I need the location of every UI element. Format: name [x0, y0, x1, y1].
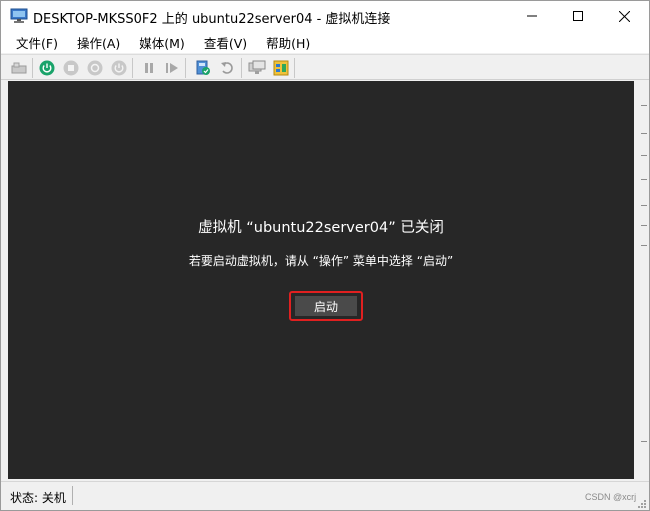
menu-view[interactable]: 查看(V) — [202, 32, 249, 53]
status-bar: 状态: 关机 CSDN @xcrj — [1, 481, 649, 510]
shutdown-icon — [87, 60, 103, 76]
toolbar-separator — [132, 58, 133, 78]
edge-mark — [641, 225, 647, 226]
close-icon — [618, 10, 630, 22]
enhanced-session-icon — [248, 60, 266, 74]
edge-mark — [641, 105, 647, 106]
toolbar-separator — [294, 58, 295, 78]
power-off-button[interactable] — [110, 59, 128, 77]
start-button-highlight: 启动 — [289, 291, 363, 321]
maximize-icon — [573, 11, 583, 21]
share-icon — [273, 60, 289, 76]
share-button[interactable] — [272, 59, 290, 77]
vm-start-hint: 若要启动虚拟机，请从 “操作” 菜单中选择 “启动” — [188, 254, 454, 268]
power-off-icon — [111, 60, 127, 76]
vm-state-text: 状态: 关机 — [10, 491, 66, 505]
vm-status-message: 虚拟机 “ubuntu22server04” 已关闭 — [198, 220, 444, 236]
menu-media[interactable]: 媒体(M) — [137, 32, 187, 53]
minimize-button[interactable] — [509, 1, 555, 31]
start-button[interactable]: 启动 — [295, 296, 357, 316]
toolbar — [1, 54, 649, 80]
vm-display[interactable]: 虚拟机 “ubuntu22server04” 已关闭 若要启动虚拟机，请从 “操… — [8, 81, 634, 479]
turn-off-button[interactable] — [62, 59, 80, 77]
menu-action[interactable]: 操作(A) — [75, 32, 122, 53]
minimize-icon — [527, 15, 537, 17]
edge-mark — [641, 245, 647, 246]
checkpoint-button[interactable] — [194, 59, 212, 77]
monitor-icon — [10, 8, 28, 23]
menu-bar: 文件(F) 操作(A) 媒体(M) 查看(V) 帮助(H) — [1, 31, 649, 53]
ctrl-alt-del-icon — [11, 62, 27, 74]
edge-mark — [641, 179, 647, 180]
pause-icon — [145, 63, 153, 73]
watermark: CSDN @xcrj — [585, 492, 637, 502]
toolbar-separator — [32, 58, 33, 78]
revert-icon — [221, 62, 233, 74]
status-separator — [72, 486, 73, 505]
maximize-button[interactable] — [555, 1, 601, 31]
reset-icon — [166, 63, 178, 73]
ctrl-alt-del-button[interactable] — [10, 59, 28, 77]
reset-button[interactable] — [163, 59, 181, 77]
enhanced-session-button[interactable] — [248, 59, 266, 77]
menu-help[interactable]: 帮助(H) — [264, 32, 312, 53]
window-edge-strip — [635, 81, 649, 479]
checkpoint-icon — [196, 60, 210, 75]
edge-mark — [641, 155, 647, 156]
menu-file[interactable]: 文件(F) — [14, 32, 60, 53]
window-title: DESKTOP-MKSS0F2 上的 ubuntu22server04 - 虚拟… — [33, 12, 391, 27]
revert-button[interactable] — [218, 59, 236, 77]
shut-down-button[interactable] — [86, 59, 104, 77]
edge-mark — [641, 133, 647, 134]
title-bar[interactable]: DESKTOP-MKSS0F2 上的 ubuntu22server04 - 虚拟… — [1, 1, 649, 31]
start-toolbar-button[interactable] — [38, 59, 56, 77]
stop-icon — [63, 60, 79, 76]
edge-mark — [641, 205, 647, 206]
pause-button[interactable] — [140, 59, 158, 77]
vm-connection-window: DESKTOP-MKSS0F2 上的 ubuntu22server04 - 虚拟… — [0, 0, 650, 511]
resize-grip-icon[interactable] — [637, 499, 647, 509]
edge-mark — [641, 441, 647, 442]
toolbar-separator — [185, 58, 186, 78]
close-button[interactable] — [601, 1, 647, 31]
toolbar-separator — [241, 58, 242, 78]
power-on-icon — [39, 60, 55, 76]
